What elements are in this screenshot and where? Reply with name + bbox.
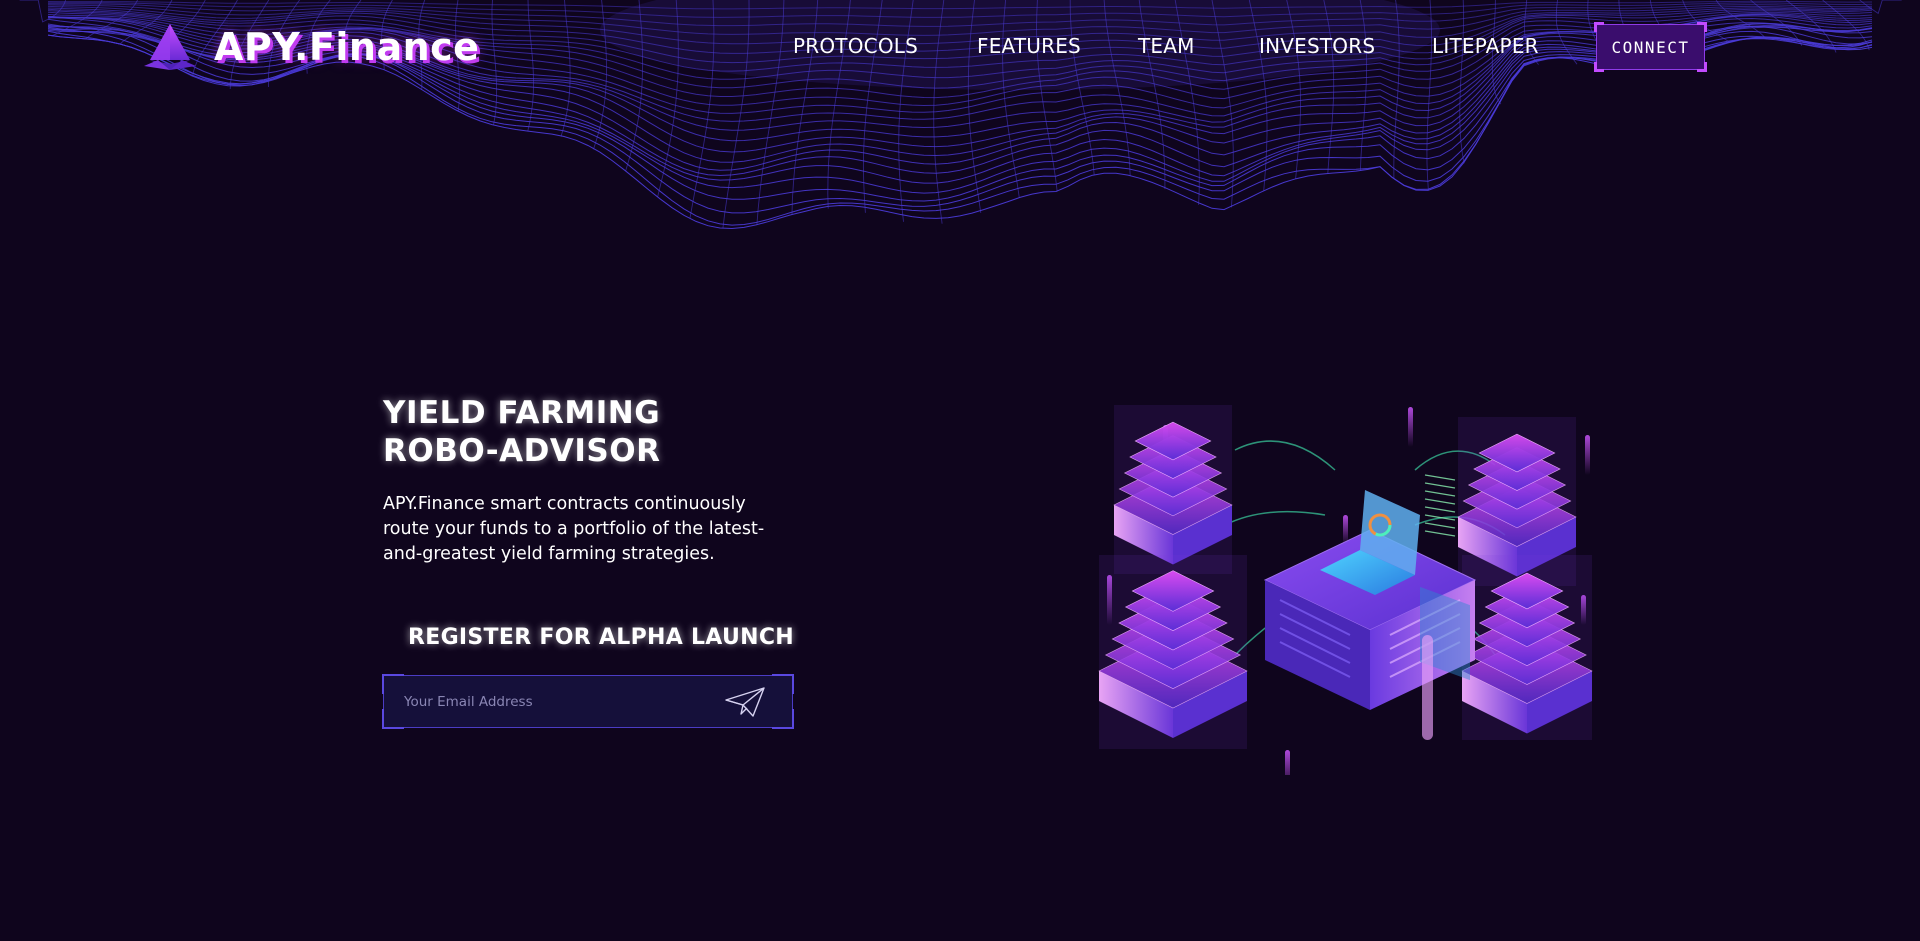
connect-button[interactable]: CONNECT — [1594, 22, 1707, 72]
hero-section: YIELD FARMING ROBO-ADVISOR APY.Finance s… — [383, 394, 803, 567]
code-line — [1424, 522, 1456, 529]
nav-protocols[interactable]: PROTOCOLS — [793, 34, 918, 58]
hero-title: YIELD FARMING ROBO-ADVISOR — [383, 395, 661, 469]
light-beam — [1408, 407, 1413, 447]
code-line — [1424, 482, 1456, 489]
hero-description: APY.Finance smart contracts continuously… — [383, 494, 765, 564]
paper-plane-icon — [725, 687, 765, 717]
nav-investors[interactable]: INVESTORS — [1259, 34, 1375, 58]
email-input[interactable] — [404, 676, 714, 727]
code-line — [1424, 506, 1456, 513]
nav-features[interactable]: FEATURES — [977, 34, 1081, 58]
nav-team[interactable]: TEAM — [1138, 34, 1195, 58]
button-corner — [1697, 62, 1707, 72]
code-line — [1424, 530, 1456, 537]
input-corner — [772, 674, 794, 694]
glow-pillar — [1422, 635, 1433, 740]
button-corner — [1594, 22, 1604, 32]
code-line — [1424, 474, 1456, 481]
input-corner — [382, 674, 404, 694]
code-line — [1424, 498, 1456, 505]
register-title: REGISTER FOR ALPHA LAUNCH — [408, 625, 794, 650]
nav-litepaper[interactable]: LITEPAPER — [1432, 34, 1539, 58]
button-corner — [1594, 62, 1604, 72]
code-line — [1424, 490, 1456, 497]
connect-button-label: CONNECT — [1611, 37, 1690, 57]
connection-line — [1224, 510, 1326, 526]
site-header: APY.Finance PROTOCOLS FEATURES TEAM INVE… — [0, 0, 1920, 96]
landing-page: APY.Finance PROTOCOLS FEATURES TEAM INVE… — [0, 0, 1920, 941]
connection-line — [1234, 440, 1336, 471]
email-form — [382, 674, 794, 729]
submit-email-button[interactable] — [722, 684, 768, 720]
light-beam — [1585, 435, 1590, 475]
input-corner — [772, 709, 794, 729]
blockchain-servers-illustration — [1098, 405, 1593, 775]
button-corner — [1697, 22, 1707, 32]
light-beam — [1285, 750, 1290, 775]
input-corner — [382, 709, 404, 729]
